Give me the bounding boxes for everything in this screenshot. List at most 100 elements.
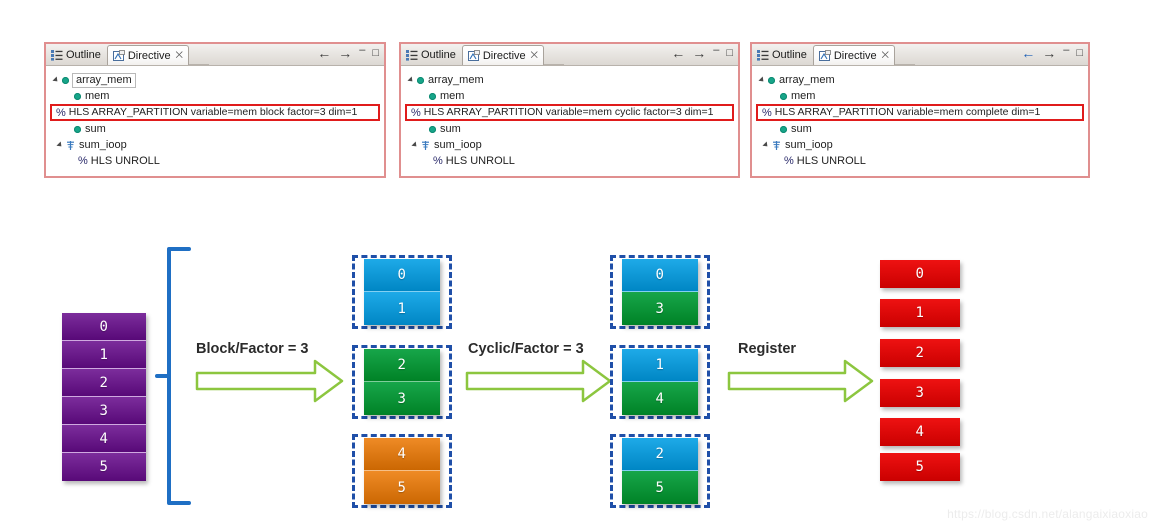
partition-group (352, 345, 452, 419)
array-partition-directive[interactable]: % HLS ARRAY_PARTITION variable=mem comple… (756, 104, 1084, 121)
tree-item-leaf[interactable]: sum (46, 121, 384, 137)
array-cell: 2 (62, 369, 146, 397)
tree-item-loop[interactable]: sum_ioop (401, 137, 738, 153)
tab-label: Directive (127, 49, 171, 62)
minimize-icon[interactable]: – (713, 44, 719, 57)
partition-bank: 14 (622, 349, 698, 415)
panel-toolbar: ← → – □ (317, 44, 379, 60)
tree-item-leaf[interactable]: mem (752, 88, 1088, 104)
array-cell: 4 (62, 425, 146, 453)
panel-tabbar: Outline Directive ⨉ ← → – □ (46, 44, 384, 66)
tree-item-loop[interactable]: sum_ioop (46, 137, 384, 153)
twisty-icon[interactable] (407, 76, 415, 84)
directive-tree: array_memmem % HLS ARRAY_PARTITION variabl… (401, 66, 738, 169)
directive-tree: array_mem mem % HLS ARRAY_PARTITION variabl… (752, 66, 1088, 169)
tab-close-icon[interactable]: ⨉ (882, 50, 889, 61)
twisty-icon[interactable] (411, 141, 419, 149)
directive-marker: % (78, 155, 88, 167)
tab-directive[interactable]: Directive ⨉ (461, 45, 544, 65)
tree-item-leaf[interactable]: mem (401, 88, 738, 104)
directive-label: HLS ARRAY_PARTITION variable=mem block f… (68, 106, 358, 118)
member-dot-icon (429, 92, 436, 100)
tab-slant (188, 44, 209, 65)
back-arrow-icon[interactable]: ← (317, 46, 331, 60)
register-bank: 2 (880, 339, 960, 367)
array-cell: 1 (880, 299, 960, 327)
loop-icon (421, 140, 430, 151)
array-cell: 4 (622, 382, 698, 415)
directive-marker: % (784, 155, 794, 167)
directive-marker: % (762, 106, 772, 119)
tree-item-label: mem (791, 89, 816, 102)
minimize-icon[interactable]: – (1063, 44, 1069, 57)
tree-item-label: mem (440, 89, 465, 102)
tab-label: Outline (772, 48, 807, 61)
tree-item-root[interactable]: array_mem (401, 72, 738, 88)
array-cell: 4 (880, 418, 960, 446)
back-arrow-icon[interactable]: ← (671, 46, 685, 60)
maximize-icon[interactable]: □ (1076, 47, 1083, 60)
step-label-block-partition: Block/Factor = 3 (196, 341, 309, 357)
twisty-icon[interactable] (52, 76, 60, 84)
tab-close-icon[interactable]: ⨉ (176, 50, 183, 61)
outline-icon (757, 49, 769, 61)
loop-icon (772, 140, 781, 151)
maximize-icon[interactable]: □ (726, 47, 733, 60)
forward-arrow-icon[interactable]: → (1042, 46, 1056, 60)
twisty-icon[interactable] (56, 141, 64, 149)
tab-outline[interactable]: Outline (752, 45, 813, 65)
directive-label: HLS UNROLL (796, 154, 866, 167)
array-cell: 0 (880, 260, 960, 288)
tree-item-leaf[interactable]: mem (46, 88, 384, 104)
tree-item-root[interactable]: array_mem (752, 72, 1088, 88)
panel-tabbar: Outline Directive ⨉ ← → – □ (752, 44, 1088, 66)
member-dot-icon (780, 92, 787, 100)
array-cell: 1 (622, 349, 698, 382)
tab-outline[interactable]: Outline (401, 45, 462, 65)
unroll-directive[interactable]: % HLS UNROLL (46, 153, 384, 169)
array-cell: 4 (364, 438, 440, 471)
tab-close-icon[interactable]: ⨉ (531, 50, 538, 61)
array-cell: 1 (62, 341, 146, 369)
tree-item-root[interactable]: array_mem (46, 72, 384, 88)
tab-slant (894, 44, 915, 65)
tree-item-label: array_mem (428, 73, 484, 86)
partition-group (610, 345, 710, 419)
directive-panel: Outline Directive ⨉ ← → – □ array_mem mem % HLS AR… (750, 42, 1090, 178)
directive-panel: Outline Directive ⨉ ← → – □ array_memmem % HLS AR… (399, 42, 740, 178)
partition-group (610, 434, 710, 508)
directive-icon (467, 49, 480, 62)
member-dot-icon (74, 125, 81, 133)
tab-directive[interactable]: Directive ⨉ (812, 45, 895, 65)
maximize-icon[interactable]: □ (372, 47, 379, 60)
back-arrow-icon[interactable]: ← (1021, 46, 1035, 60)
tab-directive[interactable]: Directive ⨉ (106, 45, 189, 65)
tab-label: Directive (482, 49, 526, 62)
array-cell: 3 (622, 292, 698, 325)
register-bank: 1 (880, 299, 960, 327)
panel-toolbar: ← → – □ (1021, 44, 1083, 60)
tab-slant (543, 44, 564, 65)
unroll-directive[interactable]: % HLS UNROLL (752, 153, 1088, 169)
array-partition-directive[interactable]: % HLS ARRAY_PARTITION variable=mem block … (50, 104, 380, 121)
watermark: https://blog.csdn.net/alangaixiaoxiao (947, 507, 1148, 521)
array-cell: 5 (62, 453, 146, 481)
partition-group (352, 434, 452, 508)
array-partition-directive[interactable]: % HLS ARRAY_PARTITION variable=mem cyclic… (405, 104, 734, 121)
minimize-icon[interactable]: – (359, 44, 365, 57)
forward-arrow-icon[interactable]: → (692, 46, 706, 60)
tab-outline[interactable]: Outline (46, 45, 107, 65)
tree-item-leaf[interactable]: sum (401, 121, 738, 137)
tree-item-leaf[interactable]: sum (752, 121, 1088, 137)
directive-label: HLS UNROLL (90, 154, 160, 167)
directive-panel: Outline Directive ⨉ ← → – □ array_mem mem% HLS AR… (44, 42, 386, 178)
twisty-icon[interactable] (762, 141, 770, 149)
twisty-icon[interactable] (758, 76, 766, 84)
member-dot-icon (768, 76, 775, 84)
unroll-directive[interactable]: % HLS UNROLL (401, 153, 738, 169)
array-cell: 5 (880, 453, 960, 481)
forward-arrow-icon[interactable]: → (338, 46, 352, 60)
partition-bank: 23 (364, 349, 440, 415)
tree-item-loop[interactable]: sum_ioop (752, 137, 1088, 153)
step-label-cyclic-partition: Cyclic/Factor = 3 (468, 341, 584, 357)
